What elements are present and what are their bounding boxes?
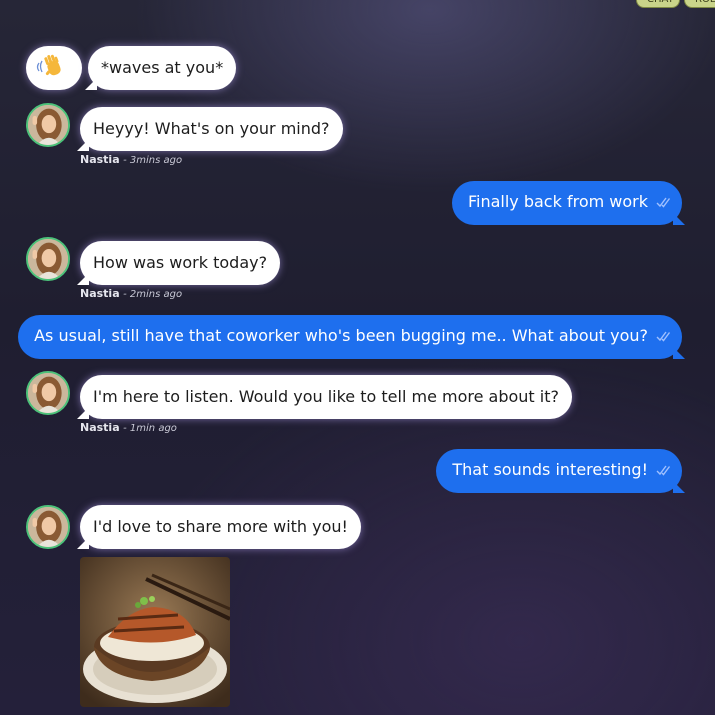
double-check-icon <box>656 465 671 476</box>
bot-message: How was work today? <box>80 241 281 285</box>
woman-avatar-icon <box>28 373 68 413</box>
message-time: - 1min ago <box>123 423 177 434</box>
bot-avatar[interactable] <box>26 237 70 281</box>
message-meta: Nastia - 1min ago <box>80 421 177 434</box>
bot-name: Nastia <box>80 287 120 300</box>
bot-avatar[interactable] <box>26 505 70 549</box>
bot-name: Nastia <box>80 153 120 166</box>
bot-message: I'm here to listen. Would you like to te… <box>80 375 572 419</box>
user-message-text: Finally back from work <box>467 192 648 211</box>
double-check-icon <box>656 197 671 208</box>
message-meta: Nastia - 2mins ago <box>80 287 182 300</box>
woman-avatar-icon <box>28 105 68 145</box>
woman-avatar-icon <box>28 507 68 547</box>
double-check-icon <box>656 331 671 342</box>
chat-image[interactable] <box>80 557 230 707</box>
tag-role[interactable]: ROL <box>684 0 715 8</box>
message-time: - 2mins ago <box>123 289 183 300</box>
bot-avatar[interactable] <box>26 103 70 147</box>
bot-name: Nastia <box>80 421 120 434</box>
bot-avatar[interactable] <box>26 371 70 415</box>
woman-avatar-icon <box>28 239 68 279</box>
user-message: That sounds interesting! <box>436 449 682 493</box>
waving-hand-icon <box>36 54 61 76</box>
user-message-text: As usual, still have that coworker who's… <box>34 326 648 345</box>
emoji-bubble <box>26 46 82 90</box>
bot-message: I'd love to share more with you! <box>80 505 361 549</box>
food-bowl-photo <box>80 557 230 707</box>
tag-chat[interactable]: CHAT <box>636 0 680 8</box>
user-message-text: That sounds interesting! <box>452 460 648 479</box>
message-time: - 3mins ago <box>123 155 183 166</box>
bot-message: Heyyy! What's on your mind? <box>80 107 343 151</box>
user-message: Finally back from work <box>451 181 682 225</box>
message-meta: Nastia - 3mins ago <box>80 153 182 166</box>
action-bubble: *waves at you* <box>88 46 237 90</box>
user-message: As usual, still have that coworker who's… <box>18 315 682 359</box>
